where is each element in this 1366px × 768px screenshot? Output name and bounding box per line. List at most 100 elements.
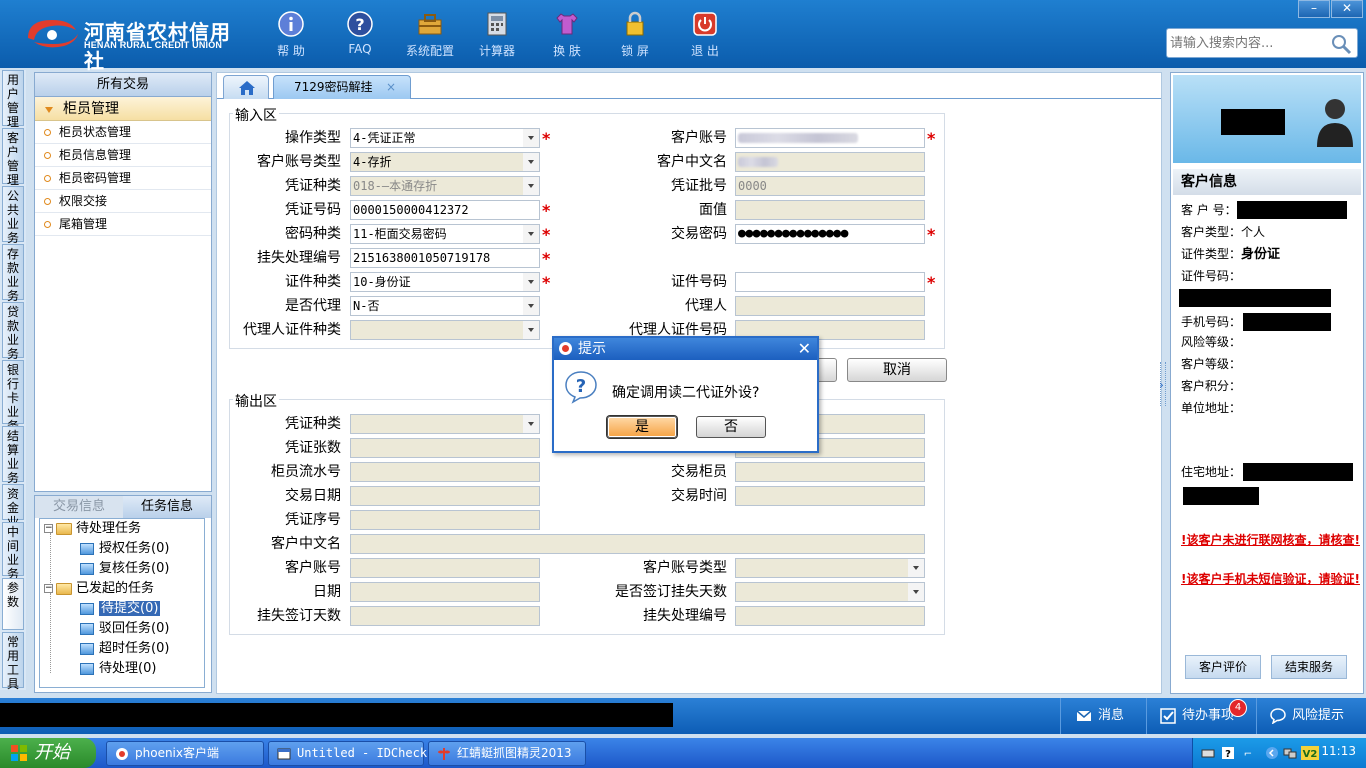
loss-no-input[interactable]: 2151638001050719178 [350,248,540,268]
dialog-yes-button[interactable]: 是 [607,416,677,438]
vnav-settlement[interactable]: 结算业务 [2,426,24,485]
tab-home[interactable] [223,75,269,99]
collapse-icon[interactable]: − [44,524,53,533]
window-close-button[interactable]: ✕ [1331,0,1363,18]
end-service-button[interactable]: 结束服务 [1271,655,1347,679]
help-button[interactable]: 帮 助 [260,8,322,64]
menu-item-tail-box[interactable]: 尾箱管理 [35,213,211,236]
tab-task-info[interactable]: 任务信息 [123,496,211,518]
warning-link-sms[interactable]: !该客户手机未短信验证，请验证! [1181,570,1361,588]
out-loss-no-input[interactable] [735,606,925,626]
search-input[interactable] [1170,33,1325,53]
tree-node-review[interactable]: 复核任务(0) [80,559,169,579]
menu-item-teller-password[interactable]: 柜员密码管理 [35,167,211,190]
id-no-input[interactable] [735,272,925,292]
tree-node-to-submit[interactable]: 待提交(0) [80,599,161,619]
tree-node-waiting[interactable]: 待处理(0) [80,659,156,679]
trade-teller-input[interactable] [735,462,925,482]
vnav-params[interactable]: 参数 [2,578,24,630]
agent-flag-select[interactable]: N-否 [350,296,540,316]
tree-node-pending[interactable]: − 待处理任务 [44,519,141,539]
tree-node-initiated[interactable]: − 已发起的任务 [44,579,154,599]
chevron-down-icon [523,177,539,195]
v2-icon[interactable]: V2 [1301,746,1319,760]
vnav-customer-mgmt[interactable]: 客户管理 [2,128,24,187]
input-method-icon[interactable]: ⌐ [1241,746,1255,760]
out-cust-name-input[interactable] [350,534,925,554]
cust-acct-input[interactable] [735,128,925,148]
risk-alert-button[interactable]: 风险提示 [1270,706,1344,726]
system-config-button[interactable]: 系统配置 [399,8,461,64]
acct-type-select[interactable]: 4-存折 [350,152,540,172]
help-icon[interactable]: ? [1221,746,1235,760]
exit-button[interactable]: 退 出 [674,8,736,64]
vnav-deposit[interactable]: 存款业务 [2,244,24,303]
voucher-no-input[interactable]: 0000150000412372 [350,200,540,220]
menu-item-permission-handover[interactable]: 权限交接 [35,190,211,213]
voucher-batch-input[interactable]: 0000 [735,176,925,196]
vnav-common-tools[interactable]: 常用工具 [2,632,24,691]
status-bar: 消息 待办事项 风险提示 [0,698,1366,734]
tree-node-overtime[interactable]: 超时任务(0) [80,639,169,659]
vnav-bank-card[interactable]: 银行卡业务 [2,360,24,433]
cust-name-input[interactable] [735,152,925,172]
op-type-select[interactable]: 4-凭证正常 [350,128,540,148]
dialog-close-icon[interactable]: ✕ [798,338,811,360]
trade-date-input[interactable] [350,486,540,506]
minimize-button[interactable]: – [1298,0,1330,18]
faq-button[interactable]: ? FAQ [329,8,391,64]
task-screen-capture[interactable]: 红蜻蜓抓图精灵2013 [428,741,586,766]
all-transactions-header[interactable]: 所有交易 [35,73,211,97]
vnav-loan[interactable]: 贷款业务 [2,302,24,361]
chevron-right-icon[interactable]: › [1159,378,1164,392]
id-type-label: 证件类型： [1181,247,1242,261]
sign-loss-days-select[interactable] [735,582,925,602]
teller-serial-input[interactable] [350,462,540,482]
vnav-intermediate[interactable]: 中间业务 [2,522,24,581]
trade-time-input[interactable] [735,486,925,506]
calculator-button[interactable]: 计算器 [466,8,528,64]
vnav-public-business[interactable]: 公共业务 [2,186,24,245]
tree-node-rejected[interactable]: 驳回任务(0) [80,619,169,639]
agent-id-kind-select[interactable] [350,320,540,340]
voucher-count-input[interactable] [350,438,540,458]
voucher-seq-input[interactable] [350,510,540,530]
keyboard-icon[interactable] [1201,746,1215,760]
trade-password-input[interactable]: ●●●●●●●●●●●●●●● [735,224,925,244]
out-acct-type-select[interactable] [735,558,925,578]
dialog-no-button[interactable]: 否 [696,416,766,438]
cancel-button[interactable]: 取消 [847,358,947,382]
teller-mgmt-group[interactable]: 柜员管理 [35,97,211,121]
tab-trade-info[interactable]: 交易信息 [35,496,123,518]
skin-button[interactable]: 换 肤 [536,8,598,64]
agent-input[interactable] [735,296,925,316]
id-kind-select[interactable]: 10-身份证 [350,272,540,292]
menu-item-teller-status[interactable]: 柜员状态管理 [35,121,211,144]
face-value-input[interactable] [735,200,925,220]
chevron-left-icon[interactable] [1265,746,1279,760]
loss-days-input[interactable] [350,606,540,626]
network-icon[interactable] [1283,746,1297,760]
collapse-icon[interactable]: − [44,584,53,593]
tree-node-auth[interactable]: 授权任务(0) [80,539,169,559]
out-cust-acct-input[interactable] [350,558,540,578]
out-voucher-kind-select[interactable] [350,414,540,434]
task-idcheck[interactable]: Untitled - IDCheck [268,741,427,766]
menu-item-teller-info[interactable]: 柜员信息管理 [35,144,211,167]
pwd-kind-select[interactable]: 11-柜面交易密码 [350,224,540,244]
vnav-funds[interactable]: 资金业务 [2,484,24,543]
start-button[interactable]: 开始 [0,738,96,768]
tab-close-icon[interactable]: × [386,76,396,98]
tab-7129-password-unlock[interactable]: 7129密码解挂 × [273,75,411,99]
lock-screen-button[interactable]: 锁 屏 [604,8,666,64]
todo-button[interactable]: 待办事项 [1160,706,1234,726]
warning-link-verify[interactable]: !该客户未进行联网核查，请核查! [1181,531,1361,549]
search-icon[interactable] [1330,33,1352,55]
task-icon [80,542,94,555]
task-phoenix-client[interactable]: phoenix客户端 [106,741,264,766]
customer-eval-button[interactable]: 客户评价 [1185,655,1261,679]
vnav-user-mgmt[interactable]: 用户管理 [2,70,24,129]
voucher-kind-select[interactable]: 018-—本通存折 [350,176,540,196]
messages-button[interactable]: 消息 [1076,706,1124,726]
date-input[interactable] [350,582,540,602]
